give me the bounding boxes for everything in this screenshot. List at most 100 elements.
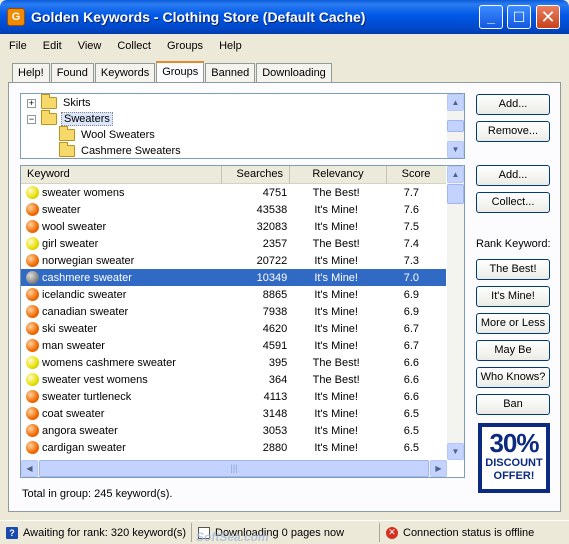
tree-item-skirts[interactable]: + Skirts <box>27 94 93 111</box>
table-row[interactable]: canadian sweater 7938 It's Mine! 6.9 <box>21 303 446 320</box>
relevancy-cell: It's Mine! <box>314 271 358 284</box>
searches-cell: 8865 <box>262 288 288 301</box>
table-row[interactable]: wool sweater 32083 It's Mine! 7.5 <box>21 218 446 235</box>
tab-help[interactable]: Help! <box>12 63 50 82</box>
table-row[interactable]: coat sweater 3148 It's Mine! 6.5 <box>21 405 446 422</box>
table-row[interactable]: sweater vest womens 364 The Best! 6.6 <box>21 371 446 388</box>
col-relevancy[interactable]: Relevancy <box>290 166 387 184</box>
keyword-table[interactable]: Keyword Searches Relevancy Score sweater… <box>20 165 465 478</box>
keyword-cell: sweater turtleneck <box>42 390 132 403</box>
menu-edit[interactable]: Edit <box>34 38 69 56</box>
col-score[interactable]: Score <box>387 166 445 184</box>
table-row[interactable]: cashmere sweater 10349 It's Mine! 7.0 <box>21 269 446 286</box>
tree-scrollbar[interactable]: ▲ ▼ <box>447 94 464 158</box>
expand-icon[interactable]: + <box>27 98 36 108</box>
collapse-icon[interactable]: − <box>27 114 36 124</box>
searches-cell: 32083 <box>256 220 288 233</box>
searches-cell: 4591 <box>262 339 288 352</box>
rank-who-knows-button[interactable]: Who Knows? <box>476 367 550 388</box>
orange-ball-icon <box>26 390 39 403</box>
orange-ball-icon <box>26 220 39 233</box>
searches-cell: 7938 <box>262 305 288 318</box>
folder-icon <box>41 94 57 109</box>
rank-more-or-less-button[interactable]: More or Less <box>476 313 550 334</box>
searches-cell: 43538 <box>256 203 288 216</box>
col-searches[interactable]: Searches <box>222 166 290 184</box>
keyword-cell: canadian sweater <box>42 305 129 318</box>
table-row[interactable]: sweater womens 4751 The Best! 7.7 <box>21 184 446 201</box>
relevancy-cell: It's Mine! <box>314 339 358 352</box>
discount-offer-banner[interactable]: 30% DISCOUNT OFFER! <box>478 423 550 493</box>
menu-file[interactable]: File <box>0 38 34 56</box>
searches-cell: 4113 <box>263 390 288 403</box>
tree-item-label: Sweaters <box>61 112 113 126</box>
tree-item-wool-sweaters[interactable]: Wool Sweaters <box>59 126 157 143</box>
scroll-thumb[interactable] <box>447 120 464 132</box>
tab-found[interactable]: Found <box>50 63 94 82</box>
table-row[interactable]: norwegian sweater 20722 It's Mine! 7.3 <box>21 252 446 269</box>
table-row[interactable]: ski sweater 4620 It's Mine! 6.7 <box>21 320 446 337</box>
scroll-thumb[interactable]: ||| <box>39 460 429 477</box>
tab-keywords[interactable]: Keywords <box>94 63 156 82</box>
keyword-cell: man sweater <box>42 339 105 352</box>
tree-item-label: Cashmere Sweaters <box>81 145 181 157</box>
tree-item-sweaters[interactable]: − Sweaters <box>27 110 113 127</box>
collect-button[interactable]: Collect... <box>476 192 550 213</box>
table-row[interactable]: womens cashmere sweater 395 The Best! 6.6 <box>21 354 446 371</box>
group-tree[interactable]: + Skirts − Sweaters Wool Sweaters Cashme… <box>20 93 465 159</box>
keyword-cell: ski sweater <box>42 322 98 335</box>
remove-group-button[interactable]: Remove... <box>476 121 550 142</box>
col-keyword[interactable]: Keyword <box>21 166 222 184</box>
relevancy-cell: The Best! <box>312 356 360 369</box>
score-cell: 6.9 <box>403 305 419 318</box>
relevancy-cell: It's Mine! <box>314 305 358 318</box>
close-button[interactable]: ✕ <box>536 5 560 29</box>
add-group-button[interactable]: Add... <box>476 94 550 115</box>
score-cell: 6.7 <box>403 322 419 335</box>
scroll-up-arrow[interactable]: ▲ <box>447 94 464 111</box>
ban-button[interactable]: Ban <box>476 394 550 415</box>
table-vscrollbar[interactable]: ▲ ▼ <box>447 166 464 460</box>
add-keyword-button[interactable]: Add... <box>476 165 550 186</box>
searches-cell: 4620 <box>262 322 288 335</box>
scroll-up-arrow[interactable]: ▲ <box>447 166 464 183</box>
score-cell: 6.5 <box>403 441 419 454</box>
table-row[interactable]: sweater 43538 It's Mine! 7.6 <box>21 201 446 218</box>
scroll-right-arrow[interactable]: ▶ <box>430 460 447 477</box>
score-cell: 6.6 <box>403 373 419 386</box>
scroll-down-arrow[interactable]: ▼ <box>447 443 464 460</box>
tab-groups[interactable]: Groups <box>156 61 205 82</box>
rank-the-best-button[interactable]: The Best! <box>476 259 550 280</box>
table-row[interactable]: icelandic sweater 8865 It's Mine! 6.9 <box>21 286 446 303</box>
gray-ball-icon <box>26 271 39 284</box>
score-cell: 6.7 <box>403 339 419 352</box>
table-row[interactable]: girl sweater 2357 The Best! 7.4 <box>21 235 446 252</box>
yellow-ball-icon <box>26 356 39 369</box>
table-row[interactable]: man sweater 4591 It's Mine! 6.7 <box>21 337 446 354</box>
tree-item-cashmere-sweaters[interactable]: Cashmere Sweaters <box>59 142 183 158</box>
minimize-button[interactable]: _ <box>479 5 503 29</box>
keyword-cell: wool sweater <box>42 220 107 233</box>
menu-collect[interactable]: Collect <box>108 38 158 56</box>
folder-icon <box>59 126 75 141</box>
table-row[interactable]: sweater turtleneck 4113 It's Mine! 6.6 <box>21 388 446 405</box>
rank-its-mine-button[interactable]: It's Mine! <box>476 286 550 307</box>
menu-view[interactable]: View <box>69 38 109 56</box>
scroll-down-arrow[interactable]: ▼ <box>447 141 464 158</box>
title-bar: G Golden Keywords - Clothing Store (Defa… <box>0 0 569 34</box>
rank-may-be-button[interactable]: May Be <box>476 340 550 361</box>
tab-banned[interactable]: Banned <box>205 63 256 82</box>
orange-ball-icon <box>26 407 39 420</box>
folder-open-icon <box>41 110 57 125</box>
table-row[interactable]: angora sweater 3053 It's Mine! 6.5 <box>21 422 446 439</box>
table-hscrollbar[interactable]: ◀ ||| ▶ <box>21 460 447 477</box>
menu-help[interactable]: Help <box>210 38 249 56</box>
searches-cell: 3148 <box>262 407 288 420</box>
scroll-thumb[interactable] <box>447 184 464 204</box>
table-row[interactable]: cardigan sweater 2880 It's Mine! 6.5 <box>21 439 446 456</box>
discount-line: DISCOUNT <box>485 457 543 469</box>
tab-downloading[interactable]: Downloading <box>256 63 332 82</box>
maximize-button[interactable]: ☐ <box>507 5 531 29</box>
menu-groups[interactable]: Groups <box>158 38 210 56</box>
scroll-left-arrow[interactable]: ◀ <box>21 460 38 477</box>
